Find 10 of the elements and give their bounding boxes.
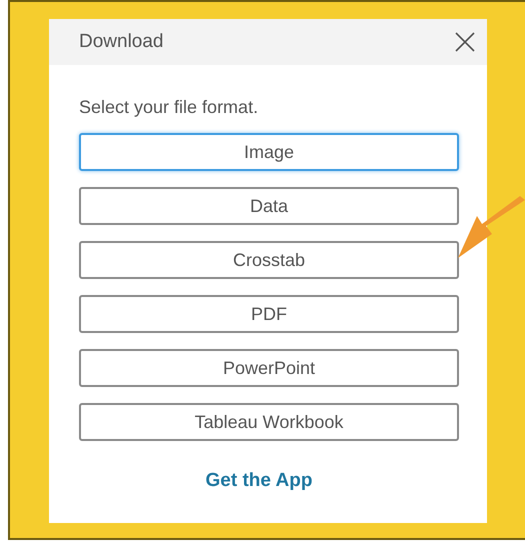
get-the-app-link[interactable]: Get the App xyxy=(206,467,312,496)
format-button[interactable]: Crosstab xyxy=(79,241,459,279)
prompt-text: Select your file format. xyxy=(79,97,260,117)
format-button[interactable]: Image xyxy=(79,133,459,171)
format-button[interactable]: Data xyxy=(79,187,459,225)
dialog-title: Download xyxy=(79,30,164,54)
format-button[interactable]: Tableau Workbook xyxy=(79,403,459,441)
format-button[interactable]: PDF xyxy=(79,295,459,333)
close-icon[interactable] xyxy=(453,30,477,54)
format-button[interactable]: PowerPoint xyxy=(79,349,459,387)
